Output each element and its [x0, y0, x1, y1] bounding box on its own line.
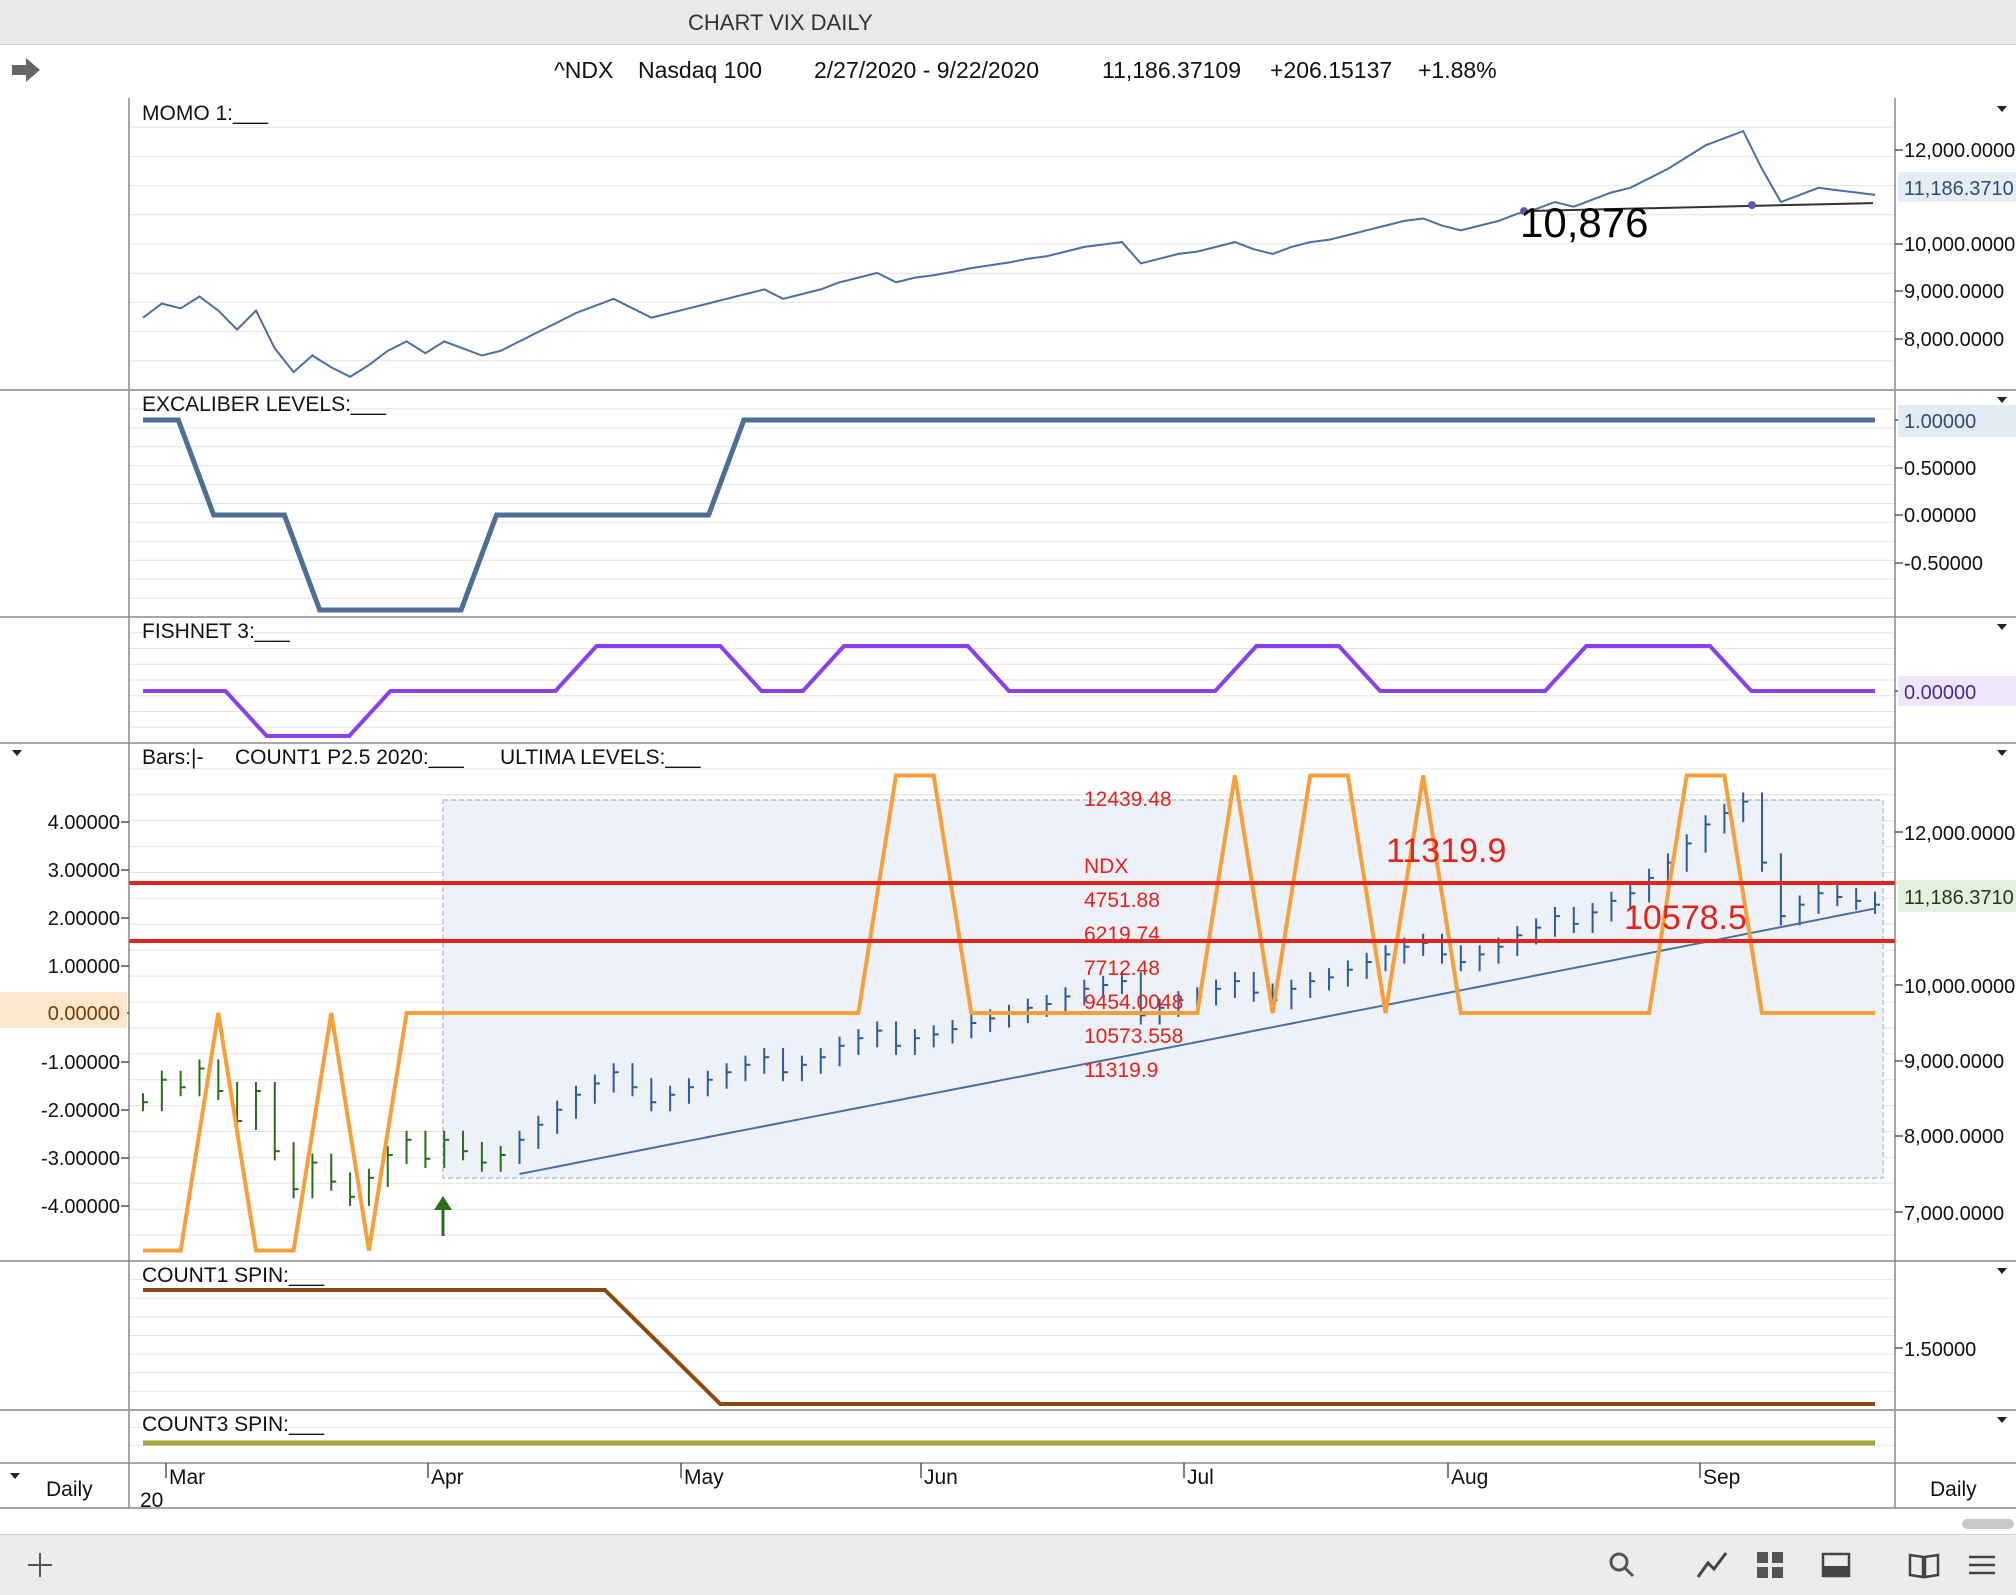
month-sep: Sep	[1703, 1466, 1740, 1489]
quote-range: 2/27/2020 - 9/22/2020	[814, 57, 1040, 83]
excaliber-series-line	[143, 417, 1875, 613]
spin-line-layer	[143, 1288, 1875, 1446]
main-menu-icon	[1997, 750, 2007, 756]
level-item-4: 7712.48	[1084, 957, 1160, 980]
excaliber-label: EXCALIBER LEVELS:___	[142, 393, 386, 416]
momo-support-point	[1748, 201, 1756, 210]
momo-tick-0: 12,000.0000	[1904, 140, 2015, 162]
ultima-label: ULTIMA LEVELS:___	[500, 746, 701, 769]
main-right-tick-0: 12,000.0000	[1904, 823, 2015, 845]
level-item-7: 11319.9	[1084, 1059, 1158, 1082]
count3-spin-label: COUNT3 SPIN:___	[142, 1413, 324, 1436]
month-mar: Mar	[169, 1466, 205, 1489]
left-tick-4: 0.00000	[48, 1003, 120, 1025]
excaliber-tick-3: -0.50000	[1904, 553, 1983, 575]
level-item-2: 4751.88	[1084, 889, 1160, 912]
window-title: CHART VIX DAILY	[688, 10, 873, 35]
level-item-5: 9454.0048	[1084, 991, 1183, 1014]
left-tick-3: 1.00000	[48, 956, 120, 978]
excaliber-tick-2: 0.00000	[1904, 505, 1976, 527]
fishnet-label: FISHNET 3:___	[142, 620, 290, 643]
quote-last: 11,186.37109	[1102, 57, 1241, 83]
count1-spin-series-line	[143, 1288, 1875, 1406]
momo-annotation: 10,876	[1520, 199, 1648, 246]
lower-level-label: 10578.5	[1624, 899, 1747, 937]
panel-layout-icon[interactable]	[1818, 1547, 1854, 1583]
momo-tick-1: 10,000.0000	[1904, 234, 2015, 256]
axis-menu-icon	[10, 1473, 20, 1479]
momo-tick-3: 8,000.0000	[1904, 329, 2004, 351]
period-right[interactable]: Daily	[1930, 1478, 1977, 1501]
left-tick-0: 4.00000	[48, 812, 120, 834]
chart-area[interactable]: MOMO 1:___ EXCALIBER LEVELS:___ FISHNET …	[0, 95, 2016, 1510]
main-right-tick-2: 9,000.0000	[1904, 1051, 2004, 1073]
main-last-value: 11,186.3710	[1904, 887, 2014, 909]
gridlines	[129, 126, 1895, 1446]
count1-spin-label: COUNT1 SPIN:___	[142, 1264, 324, 1287]
upper-level-label: 11319.9	[1386, 832, 1506, 870]
arrow-right-icon[interactable]	[10, 56, 42, 84]
quote-change: +206.15137	[1270, 57, 1393, 83]
momo-label: MOMO 1:___	[142, 102, 268, 125]
grid-icon[interactable]	[1752, 1547, 1788, 1583]
left-tick-6: -2.00000	[41, 1100, 120, 1122]
left-tick-5: -1.00000	[41, 1052, 120, 1074]
search-icon[interactable]	[1604, 1547, 1640, 1583]
main-right-tick-1: 10,000.0000	[1904, 976, 2015, 998]
quote-pct: +1.88%	[1418, 57, 1497, 83]
level-item-0: 12439.48	[1084, 788, 1172, 811]
count1-spin-menu-icon	[1997, 1268, 2007, 1274]
level-item-1: NDX	[1084, 855, 1128, 878]
title-bar: CHART VIX DAILY	[0, 0, 2016, 45]
level-item-6: 10573.558	[1084, 1025, 1183, 1048]
month-aug: Aug	[1451, 1466, 1488, 1489]
menu-icon[interactable]	[1964, 1547, 2000, 1583]
bars-label: Bars:|-	[142, 746, 203, 769]
period-left[interactable]: Daily	[46, 1478, 93, 1501]
fishnet-tick-0: 0.00000	[1904, 682, 1976, 704]
left-tick-2: 2.00000	[48, 908, 120, 930]
toolbar	[0, 1519, 2016, 1595]
quote-symbol: ^NDX	[554, 57, 614, 83]
spin-tick-0: 1.50000	[1904, 1339, 1976, 1361]
year-label: 20	[140, 1489, 163, 1510]
main-left-menu-icon	[12, 750, 22, 756]
month-jul: Jul	[1187, 1466, 1214, 1489]
fishnet-line-layer	[143, 644, 1875, 738]
left-tick-7: -3.00000	[41, 1148, 120, 1170]
momo-tick-2: 9,000.0000	[1904, 281, 2004, 303]
scrollbar-thumb[interactable]	[1962, 1519, 2014, 1529]
fishnet-series-line	[143, 644, 1875, 738]
month-may: May	[684, 1466, 724, 1489]
book-icon[interactable]	[1906, 1547, 1942, 1583]
left-tick-1: 3.00000	[48, 860, 120, 882]
left-tick-8: -4.00000	[41, 1196, 120, 1218]
line-chart-icon[interactable]	[1694, 1547, 1730, 1583]
count1-label: COUNT1 P2.5 2020:___	[235, 746, 464, 769]
excaliber-tick-0: 1.00000	[1904, 411, 1976, 433]
arrow-up-icon	[434, 1196, 452, 1236]
momo-line-layer	[142, 129, 1876, 378]
excaliber-tick-1: 0.50000	[1904, 458, 1976, 480]
count3-spin-menu-icon	[1997, 1417, 2007, 1423]
momo-last-value: 11,186.3710	[1904, 178, 2014, 200]
main-right-tick-4: 7,000.0000	[1904, 1203, 2004, 1225]
add-icon[interactable]	[22, 1547, 58, 1583]
month-apr: Apr	[431, 1466, 464, 1489]
excaliber-line-layer	[143, 417, 1875, 613]
main-right-tick-3: 8,000.0000	[1904, 1126, 2004, 1148]
right-axis-ticks	[1895, 149, 1903, 1349]
excaliber-menu-icon	[1997, 397, 2007, 403]
fishnet-menu-icon	[1997, 624, 2007, 630]
momo-series-line	[142, 129, 1876, 378]
quote-bar: ^NDX Nasdaq 100 2/27/2020 - 9/22/2020 11…	[0, 45, 2016, 95]
month-jun: Jun	[924, 1466, 958, 1489]
momo-menu-icon	[1997, 106, 2007, 112]
quote-name: Nasdaq 100	[638, 57, 763, 83]
